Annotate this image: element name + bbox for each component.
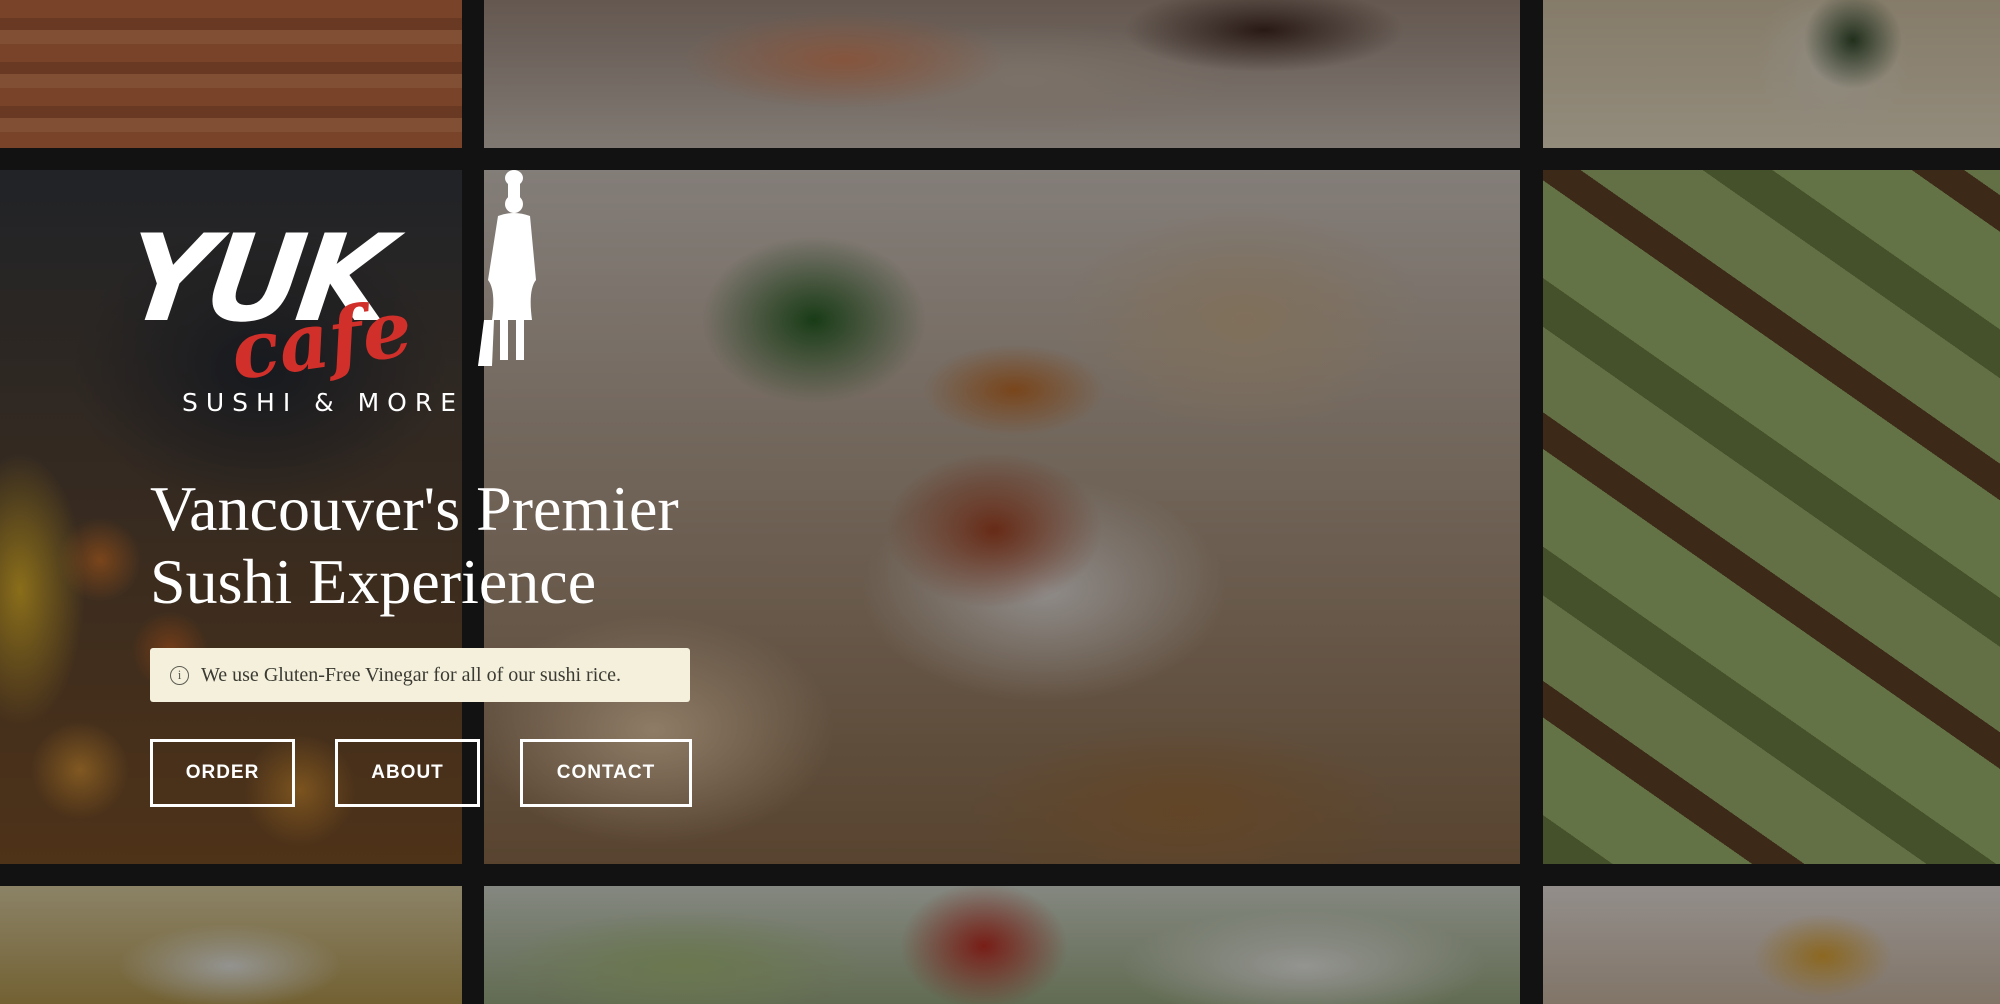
food-photo-tile	[484, 886, 1520, 1004]
food-photo-tile	[484, 0, 1520, 148]
chef-silhouette-icon	[478, 170, 536, 366]
logo-script: cafe	[225, 282, 418, 399]
food-photo-tile	[0, 886, 462, 1004]
info-icon: i	[170, 665, 189, 685]
hero-title-line: Sushi Experience	[150, 546, 597, 617]
about-button[interactable]: ABOUT	[335, 739, 480, 807]
hero-title: Vancouver's Premier Sushi Experience	[150, 472, 910, 618]
order-button[interactable]: ORDER	[150, 739, 295, 807]
gluten-free-notice: i We use Gluten-Free Vinegar for all of …	[150, 648, 690, 702]
food-photo-tile	[1543, 0, 2000, 148]
food-photo-tile	[1543, 886, 2000, 1004]
logo-tagline: SUSHI & MORE	[182, 388, 465, 417]
contact-button[interactable]: CONTACT	[520, 739, 692, 807]
hero-title-line: Vancouver's Premier	[150, 473, 679, 544]
yuki-cafe-logo[interactable]: YUK cafe SUSHI & MORE	[116, 170, 546, 432]
food-photo-tile	[0, 0, 462, 148]
notice-text: We use Gluten-Free Vinegar for all of ou…	[201, 663, 622, 686]
food-photo-tile	[1543, 170, 2000, 864]
